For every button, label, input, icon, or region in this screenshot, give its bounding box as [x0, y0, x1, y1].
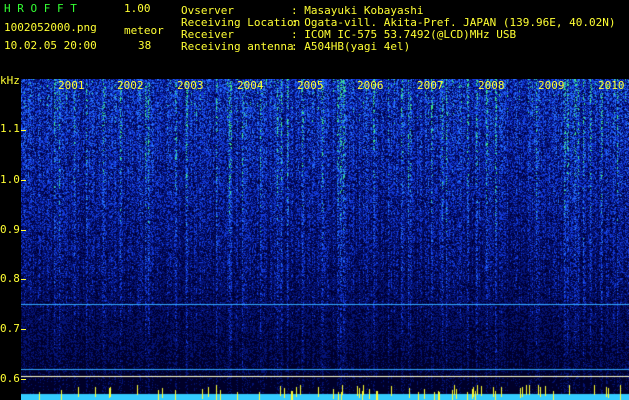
year-label: 2003	[177, 79, 204, 92]
year-label: 2001	[58, 79, 85, 92]
year-label: 2004	[237, 79, 264, 92]
y-tick-label: 0.9	[0, 223, 20, 236]
meteor-label: meteor	[124, 24, 164, 37]
y-tick-mark	[21, 279, 26, 280]
y-tick-label: 0.8	[0, 272, 20, 285]
spectrogram-plot	[21, 79, 629, 400]
y-tick-label: 1.0	[0, 173, 20, 186]
y-tick-label: 1.1	[0, 122, 20, 135]
y-tick-mark	[21, 329, 26, 330]
y-tick-mark	[21, 230, 26, 231]
app-version: 1.00	[124, 2, 151, 15]
file-name: 1002052000.png	[4, 21, 97, 34]
antenna-value: : A504HB(yagi 4el)	[291, 40, 411, 53]
y-tick-label: 0.7	[0, 322, 20, 335]
file-datetime: 10.02.05 20:00	[4, 39, 97, 52]
meteor-count: 38	[138, 39, 152, 52]
year-label: 2007	[417, 79, 444, 92]
year-label: 2010	[598, 79, 625, 92]
y-tick-label: 0.6	[0, 372, 20, 385]
year-label: 2009	[538, 79, 565, 92]
year-label: 2006	[357, 79, 384, 92]
year-label: 2008	[478, 79, 505, 92]
app-title: H R O F F T	[4, 2, 77, 15]
y-tick-mark	[21, 130, 26, 131]
year-label: 2005	[297, 79, 324, 92]
y-tick-mark	[21, 180, 26, 181]
antenna-label: Receiving antenna	[181, 40, 294, 53]
y-tick-mark	[21, 379, 26, 380]
y-unit-label: kHz	[0, 74, 20, 87]
year-label: 2002	[117, 79, 144, 92]
